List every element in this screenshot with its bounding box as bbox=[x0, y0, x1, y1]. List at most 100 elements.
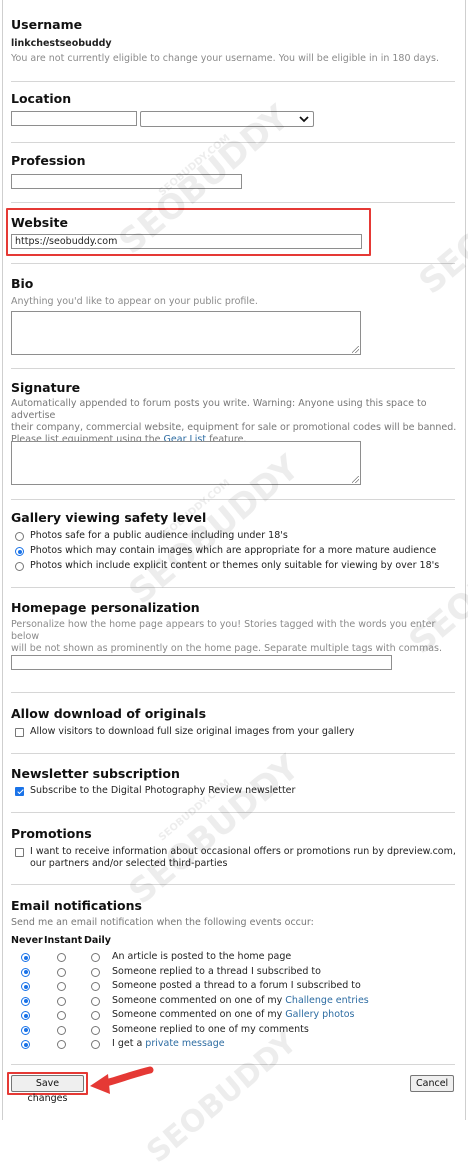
gallery-heading: Gallery viewing safety level bbox=[11, 510, 207, 525]
newsletter-checkbox[interactable] bbox=[15, 787, 24, 796]
username-value: linkchestseobuddy bbox=[11, 38, 112, 49]
email-radio-daily[interactable] bbox=[91, 1011, 100, 1020]
email-radio-daily[interactable] bbox=[91, 967, 100, 977]
divider bbox=[11, 202, 455, 203]
divider bbox=[11, 263, 455, 264]
email-radio-never[interactable] bbox=[21, 996, 30, 1006]
homepage-desc-line2: will be not shown as prominently on the … bbox=[11, 643, 442, 654]
promotions-label-line2: our partners and/or selected third-parti… bbox=[30, 858, 228, 869]
gallery-option-label: Photos which include explicit content or… bbox=[30, 560, 440, 571]
email-event-text: Someone commented on one of my bbox=[112, 1009, 286, 1020]
gallery-section: Gallery viewing safety level bbox=[11, 510, 457, 525]
divider bbox=[11, 753, 455, 754]
username-section: Username linkchestseobuddy You are not c… bbox=[11, 17, 457, 65]
email-event-label: Someone replied to one of my comments bbox=[112, 1024, 309, 1035]
email-radio-never[interactable] bbox=[21, 1040, 30, 1049]
divider bbox=[11, 1064, 455, 1065]
email-radio-daily[interactable] bbox=[91, 953, 100, 962]
email-event-label: Someone replied to a thread I subscribed… bbox=[112, 966, 321, 977]
email-event-text: Someone replied to one of my comments bbox=[112, 1023, 309, 1035]
newsletter-label: Subscribe to the Digital Photography Rev… bbox=[30, 785, 296, 796]
cancel-button[interactable]: Cancel bbox=[410, 1075, 454, 1092]
profession-heading: Profession bbox=[11, 153, 86, 168]
homepage-tags-input[interactable] bbox=[11, 655, 392, 670]
website-input[interactable]: https://seobuddy.com bbox=[11, 234, 362, 249]
gallery-option-radio[interactable] bbox=[15, 562, 24, 571]
homepage-heading: Homepage personalization bbox=[11, 600, 200, 615]
email-radio-never[interactable] bbox=[21, 953, 30, 962]
divider bbox=[11, 81, 455, 82]
email-event-label: Someone commented on one of my Gallery p… bbox=[112, 1009, 355, 1020]
email-radio-instant[interactable] bbox=[57, 1011, 66, 1020]
originals-heading: Allow download of originals bbox=[11, 706, 207, 721]
email-radio-never[interactable] bbox=[21, 982, 30, 991]
email-radio-instant[interactable] bbox=[57, 1040, 66, 1049]
gallery-option-radio[interactable] bbox=[15, 547, 24, 556]
email-radio-instant[interactable] bbox=[57, 1025, 66, 1035]
email-event-link[interactable]: Challenge entries bbox=[285, 995, 368, 1006]
homepage-desc-line1: Personalize how the home page appears to… bbox=[11, 619, 436, 642]
email-event-link[interactable]: Gallery photos bbox=[285, 1009, 354, 1020]
originals-checkbox[interactable] bbox=[15, 728, 24, 737]
location-section: Location bbox=[11, 91, 457, 106]
chevron-down-icon bbox=[299, 116, 309, 123]
email-radio-instant[interactable] bbox=[57, 953, 66, 962]
email-event-label: Someone posted a thread to a forum I sub… bbox=[112, 980, 361, 991]
resize-grip-icon[interactable] bbox=[352, 346, 359, 353]
username-note: You are not currently eligible to change… bbox=[11, 53, 439, 64]
newsletter-heading: Newsletter subscription bbox=[11, 766, 180, 781]
email-event-text: Someone replied to a thread I subscribed… bbox=[112, 965, 321, 977]
email-event-text: Someone posted a thread to a forum I sub… bbox=[112, 980, 361, 991]
email-radio-daily[interactable] bbox=[91, 982, 100, 991]
email-radio-instant[interactable] bbox=[57, 982, 66, 991]
email-radio-never[interactable] bbox=[21, 1011, 30, 1020]
email-radio-daily[interactable] bbox=[91, 996, 100, 1006]
location-select[interactable] bbox=[140, 111, 314, 127]
email-heading: Email notifications bbox=[11, 898, 142, 913]
email-section: Email notifications Send me an email not… bbox=[11, 898, 457, 929]
gallery-option-radio[interactable] bbox=[15, 532, 24, 541]
bio-heading: Bio bbox=[11, 276, 34, 291]
divider bbox=[11, 884, 455, 885]
profession-input[interactable] bbox=[11, 174, 242, 189]
email-radio-instant[interactable] bbox=[57, 967, 66, 977]
divider bbox=[11, 142, 455, 143]
originals-label: Allow visitors to download full size ori… bbox=[30, 726, 355, 737]
profession-section: Profession bbox=[11, 153, 457, 168]
promotions-heading: Promotions bbox=[11, 826, 92, 841]
email-event-text: Someone commented on one of my bbox=[112, 994, 286, 1006]
red-arrow-icon bbox=[90, 1066, 154, 1094]
bio-section: Bio Anything you'd like to appear on you… bbox=[11, 276, 457, 308]
email-event-link[interactable]: private message bbox=[145, 1038, 224, 1049]
username-heading: Username bbox=[11, 17, 83, 32]
divider bbox=[11, 499, 455, 500]
signature-desc-line2: their company, commercial website, equip… bbox=[11, 422, 457, 433]
divider bbox=[11, 692, 455, 693]
email-radio-never[interactable] bbox=[21, 967, 30, 977]
location-heading: Location bbox=[11, 91, 72, 106]
promotions-section: Promotions bbox=[11, 826, 457, 841]
gallery-option-label: Photos which may contain images which ar… bbox=[30, 545, 437, 556]
bio-textarea[interactable] bbox=[11, 311, 361, 355]
email-radio-daily[interactable] bbox=[91, 1025, 100, 1035]
divider bbox=[11, 587, 455, 588]
bio-desc: Anything you'd like to appear on your pu… bbox=[11, 296, 258, 307]
signature-textarea[interactable] bbox=[11, 441, 361, 485]
location-input[interactable] bbox=[11, 111, 137, 126]
signature-desc-line1: Automatically appended to forum posts yo… bbox=[11, 398, 427, 421]
divider bbox=[11, 812, 455, 813]
website-section: Website bbox=[11, 215, 457, 230]
promotions-label-line1: I want to receive information about occa… bbox=[30, 846, 456, 857]
column-header-daily: Daily bbox=[84, 935, 112, 946]
signature-section: Signature Automatically appended to foru… bbox=[11, 380, 457, 446]
email-radio-instant[interactable] bbox=[57, 996, 66, 1006]
promotions-checkbox[interactable] bbox=[15, 848, 24, 857]
email-event-text: I get a bbox=[112, 1038, 146, 1049]
resize-grip-icon[interactable] bbox=[352, 476, 359, 483]
email-radio-daily[interactable] bbox=[91, 1040, 100, 1049]
signature-heading: Signature bbox=[11, 380, 81, 395]
column-header-never: Never bbox=[11, 935, 43, 946]
gallery-option-label: Photos safe for a public audience includ… bbox=[30, 530, 288, 541]
email-radio-never[interactable] bbox=[21, 1025, 30, 1035]
save-button[interactable]: Save changes bbox=[11, 1075, 84, 1104]
